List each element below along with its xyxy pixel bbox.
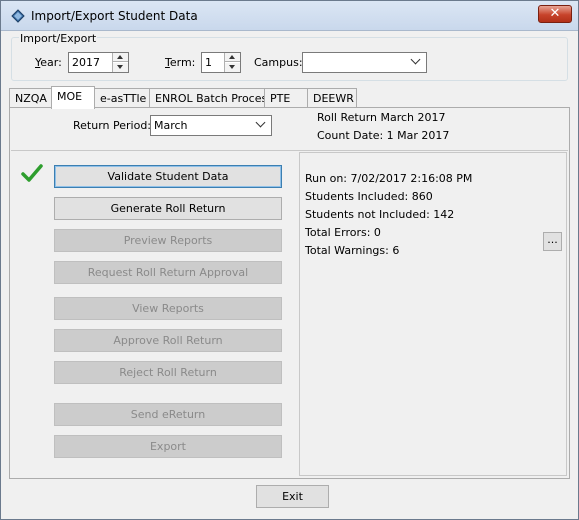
campus-label: Campus: xyxy=(254,56,303,69)
details-button[interactable]: ... xyxy=(543,232,562,251)
chevron-down-icon xyxy=(255,117,266,128)
roll-return-text: Roll Return March 2017 xyxy=(317,111,446,124)
term-label: Term: xyxy=(165,56,196,69)
export-button[interactable]: Export xyxy=(54,435,282,458)
chevron-down-icon xyxy=(410,54,421,65)
request-approval-button[interactable]: Request Roll Return Approval xyxy=(54,261,282,284)
preview-reports-button[interactable]: Preview Reports xyxy=(54,229,282,252)
tab-moe[interactable]: MOE xyxy=(51,86,95,109)
action-buttons-panel: Validate Student Data Generate Roll Retu… xyxy=(11,151,297,478)
app-icon xyxy=(11,9,25,23)
return-period-band: Return Period: March Roll Return March 2… xyxy=(11,110,568,151)
term-down-button[interactable] xyxy=(225,63,240,72)
return-period-label: Return Period: xyxy=(73,119,152,132)
import-export-window: Import/Export Student Data ✕ Import/Expo… xyxy=(0,0,579,520)
import-export-group-label: Import/Export xyxy=(19,32,98,45)
term-up-button[interactable] xyxy=(225,53,240,62)
total-errors-text: Total Errors: 0 xyxy=(305,226,381,239)
arrow-down-icon xyxy=(117,65,123,69)
year-up-button[interactable] xyxy=(113,53,128,62)
view-reports-button[interactable]: View Reports xyxy=(54,297,282,320)
arrow-down-icon xyxy=(229,65,235,69)
total-warnings-text: Total Warnings: 6 xyxy=(305,244,400,257)
tab-e-asttle[interactable]: e-asTTle xyxy=(94,88,150,108)
students-not-included-text: Students not Included: 142 xyxy=(305,208,455,221)
title-bar: Import/Export Student Data ✕ xyxy=(1,1,578,31)
send-ereturn-button[interactable]: Send eReturn xyxy=(54,403,282,426)
validate-student-data-button[interactable]: Validate Student Data xyxy=(54,165,282,188)
window-title: Import/Export Student Data xyxy=(31,9,198,23)
count-date-text: Count Date: 1 Mar 2017 xyxy=(317,129,450,142)
exit-button[interactable]: Exit xyxy=(256,485,329,508)
return-period-dropdown[interactable]: March xyxy=(150,115,272,136)
year-down-button[interactable] xyxy=(113,63,128,72)
close-button[interactable]: ✕ xyxy=(538,5,572,23)
arrow-up-icon xyxy=(229,55,235,59)
generate-roll-return-button[interactable]: Generate Roll Return xyxy=(54,197,282,220)
run-on-text: Run on: 7/02/2017 2:16:08 PM xyxy=(305,172,473,185)
term-spinner[interactable]: 1 xyxy=(201,52,241,73)
year-value: 2017 xyxy=(72,56,100,69)
tab-enrol-batch-process[interactable]: ENROL Batch Process xyxy=(149,88,273,108)
arrow-up-icon xyxy=(117,55,123,59)
moe-tab-panel: Return Period: March Roll Return March 2… xyxy=(9,107,570,479)
tab-pte[interactable]: PTE xyxy=(264,88,308,108)
checkmark-icon xyxy=(21,164,43,182)
results-panel: Run on: 7/02/2017 2:16:08 PM Students In… xyxy=(299,152,567,476)
term-value: 1 xyxy=(205,56,212,69)
campus-dropdown[interactable] xyxy=(302,52,427,73)
reject-roll-return-button[interactable]: Reject Roll Return xyxy=(54,361,282,384)
tab-nzqa[interactable]: NZQA xyxy=(9,88,52,108)
students-included-text: Students Included: 860 xyxy=(305,190,433,203)
year-label: Year: xyxy=(35,56,62,69)
approve-roll-return-button[interactable]: Approve Roll Return xyxy=(54,329,282,352)
return-period-value: March xyxy=(154,119,188,132)
tab-deewr[interactable]: DEEWR xyxy=(307,88,357,108)
year-spinner[interactable]: 2017 xyxy=(68,52,129,73)
